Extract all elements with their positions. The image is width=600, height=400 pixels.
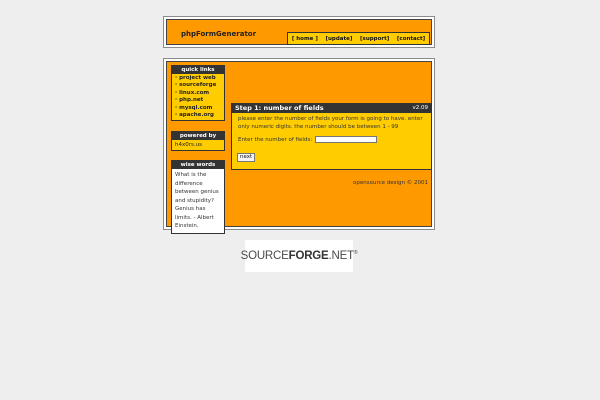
powered-by-title: powered by [172,132,224,140]
nav-contact-link[interactable]: [contact] [397,36,425,42]
main-panel: quick links · project web · sourceforge · l… [163,58,435,234]
quick-link-php[interactable]: · php.net [175,97,224,104]
bullet-icon: · [175,104,178,111]
quick-links-title: quick links [172,66,224,74]
step-description: please enter the number of fields your f… [238,116,423,130]
powered-by-box: powered by h4x0rs.us [171,131,225,151]
sourceforge-logo-text: SOURCEFORGE.NET® [240,250,358,262]
nav-home-link[interactable]: [ home ] [292,36,318,42]
main-body: quick links · project web · sourceforge · l… [166,61,432,234]
step-panel: Step 1: number of fields v2.09 please en… [231,103,432,170]
wise-words-title: wise words [172,161,224,169]
next-button[interactable]: next [237,153,256,162]
quick-link-mysql[interactable]: · mysql.com [175,105,224,112]
quick-links-box: quick links · project web · sourceforge · l… [171,65,225,122]
wise-words-box: wise words What is the difference betwee… [171,160,225,234]
footer-copyright: opensource design © 2001 [353,180,428,186]
step-titlebar: Step 1: number of fields v2.09 [232,104,431,113]
bullet-icon: · [175,97,178,104]
top-nav: [ home ] [update] [support] [contact] [287,32,430,45]
step-title: Step 1: number of fields [235,104,324,112]
bullet-icon: · [175,75,178,81]
header-panel: phpFormGenerator [ home ] [update] [supp… [163,16,435,48]
field-count-label: Enter the number of fields: [238,136,313,143]
nav-support-link[interactable]: [support] [360,36,389,42]
header-bar: phpFormGenerator [ home ] [update] [supp… [166,19,432,45]
quick-link-apache[interactable]: · apache.org [175,112,224,119]
field-count-input[interactable] [315,136,378,143]
version-label: v2.09 [412,105,428,111]
nav-update-link[interactable]: [update] [326,36,353,42]
wise-words-quote: What is the difference between genius an… [172,169,224,233]
quick-link-sourceforge[interactable]: · sourceforge [175,82,224,89]
bullet-icon: · [175,89,178,96]
powered-by-link[interactable]: h4x0rs.us [172,140,224,150]
quick-link-project-web[interactable]: · project web [175,75,224,82]
bullet-icon: · [175,82,178,89]
field-count-row: Enter the number of fields: [232,136,431,143]
sourceforge-logo[interactable]: SOURCEFORGE.NET® [241,240,358,272]
quick-links-list: · project web · sourceforge · linux.com · ph… [172,74,224,120]
bullet-icon: · [175,112,178,119]
brand-title: phpFormGenerator [181,30,257,38]
quick-link-linux[interactable]: · linux.com [175,90,224,97]
